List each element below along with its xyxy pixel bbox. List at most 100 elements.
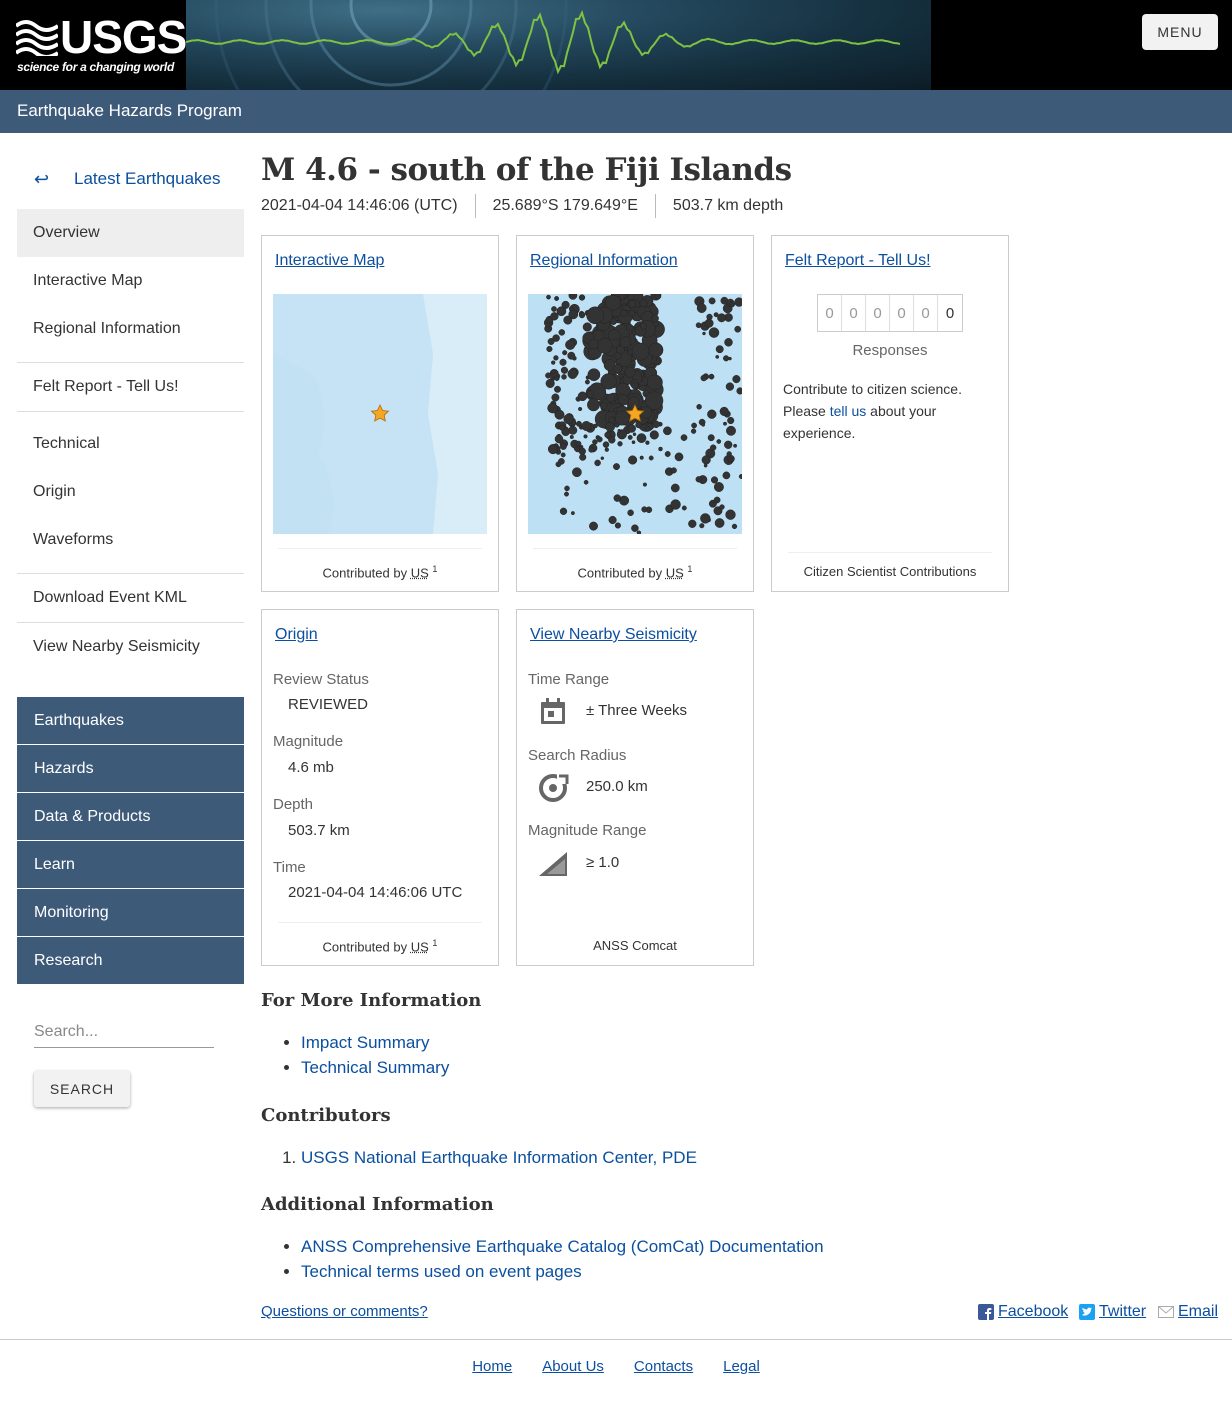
seismicity-dot	[578, 294, 586, 301]
list-item: Technical terms used on event pages	[301, 1259, 824, 1284]
seismicity-dot	[578, 311, 586, 319]
felt-footer: Citizen Scientist Contributions	[803, 564, 977, 579]
questions-link[interactable]: Questions or comments?	[261, 1303, 428, 1320]
sidebar-item-felt-report[interactable]: Felt Report - Tell Us!	[17, 363, 244, 411]
seismicity-dot	[701, 455, 711, 465]
comcat-docs-link[interactable]: ANSS Comprehensive Earthquake Catalog (C…	[301, 1237, 824, 1256]
seismicity-dot	[704, 318, 714, 328]
seismicity-dot	[700, 513, 711, 524]
email-icon	[1158, 1306, 1174, 1318]
time-value: 2021-04-04 14:46:06 UTC	[288, 884, 463, 901]
tell-us-link[interactable]: tell us	[830, 403, 867, 419]
seismicity-dot	[560, 452, 566, 458]
share-facebook[interactable]: Facebook	[978, 1303, 1068, 1321]
site-nav-hazards[interactable]: Hazards	[17, 745, 244, 792]
seismicity-dot	[579, 453, 587, 461]
footer-about-link[interactable]: About Us	[542, 1358, 604, 1375]
time-range-value: ± Three Weeks	[586, 702, 688, 719]
site-nav-earthquakes[interactable]: Earthquakes	[17, 697, 244, 744]
seismicity-dot	[645, 425, 651, 432]
seismicity-dot	[631, 342, 650, 361]
email-link[interactable]: Email	[1178, 1303, 1218, 1321]
latest-earthquakes-link[interactable]: ↩ Latest Earthquakes	[17, 160, 244, 198]
seismicity-dot	[586, 306, 604, 325]
share-twitter[interactable]: Twitter	[1079, 1303, 1146, 1321]
sidebar-item-origin[interactable]: Origin	[17, 468, 244, 516]
program-bar: Earthquake Hazards Program	[0, 90, 1232, 133]
share-email[interactable]: Email	[1158, 1303, 1218, 1321]
regional-information-card[interactable]: Regional Information Contributed by US 1	[516, 235, 754, 592]
seismicity-dot	[555, 461, 562, 468]
seismicity-dot	[577, 391, 588, 402]
footer-legal-link[interactable]: Legal	[723, 1358, 760, 1375]
review-status-label: Review Status	[273, 671, 369, 688]
seismicity-dot	[701, 422, 706, 427]
seismicity-dot	[726, 425, 736, 436]
sidebar-item-overview[interactable]: Overview	[17, 209, 244, 257]
nearby-seismicity-card[interactable]: View Nearby Seismicity Time Range ± Thre…	[516, 609, 754, 966]
seismicity-dot	[702, 331, 706, 336]
technical-summary-link[interactable]: Technical Summary	[301, 1058, 449, 1077]
regional-map-thumbnail[interactable]	[528, 294, 742, 534]
regional-information-link[interactable]: Regional Information	[530, 252, 678, 270]
site-nav-data-products[interactable]: Data & Products	[17, 793, 244, 840]
felt-response-counter: 0 0 0 0 0 0	[817, 294, 963, 332]
usgs-logo[interactable]: USGS science for a changing world	[0, 0, 187, 90]
seismicity-dot	[563, 413, 574, 425]
search-input[interactable]	[34, 1016, 214, 1048]
seismicity-dot	[608, 515, 617, 525]
interactive-map-card[interactable]: Interactive Map Contributed by US 1	[261, 235, 499, 592]
seismicity-dot	[648, 455, 654, 461]
seismogram-banner	[186, 0, 931, 90]
seismicity-dot	[639, 455, 644, 460]
interactive-map-thumbnail[interactable]	[273, 294, 487, 534]
site-nav-research[interactable]: Research	[17, 937, 244, 984]
seismicity-dot	[731, 523, 738, 530]
nearby-seismicity-link[interactable]: View Nearby Seismicity	[530, 626, 697, 644]
seismicity-dot	[652, 420, 660, 429]
seismicity-dot	[708, 327, 720, 338]
search-button[interactable]: SEARCH	[34, 1071, 130, 1107]
seismicity-dot	[736, 387, 742, 395]
card-contributor: Contributed by US 1	[577, 564, 693, 581]
footer-contacts-link[interactable]: Contacts	[634, 1358, 693, 1375]
seismicity-dot	[554, 296, 560, 301]
seismicity-dot	[588, 446, 595, 453]
magnitude-value: 4.6 mb	[288, 759, 334, 776]
origin-link[interactable]: Origin	[275, 626, 318, 644]
sidebar-item-regional-information[interactable]: Regional Information	[17, 305, 244, 353]
seismicity-dot	[550, 312, 559, 321]
contributor-link[interactable]: USGS National Earthquake Information Cen…	[301, 1148, 697, 1167]
sidebar-item-waveforms[interactable]: Waveforms	[17, 516, 244, 564]
seismicity-dot	[722, 471, 731, 480]
seismicity-dot	[639, 322, 647, 330]
seismicity-dot	[602, 441, 610, 448]
technical-terms-link[interactable]: Technical terms used on event pages	[301, 1262, 582, 1281]
seismicity-dot	[728, 457, 733, 463]
magnitude-ramp-icon	[539, 852, 567, 876]
site-nav-learn[interactable]: Learn	[17, 841, 244, 888]
impact-summary-link[interactable]: Impact Summary	[301, 1033, 429, 1052]
interactive-map-link[interactable]: Interactive Map	[275, 252, 384, 270]
sidebar-item-technical[interactable]: Technical	[17, 420, 244, 468]
menu-button[interactable]: MENU	[1142, 14, 1218, 50]
footer-home-link[interactable]: Home	[472, 1358, 512, 1375]
origin-card[interactable]: Origin Review Status REVIEWED Magnitude …	[261, 609, 499, 966]
twitter-link[interactable]: Twitter	[1099, 1303, 1146, 1321]
program-title[interactable]: Earthquake Hazards Program	[17, 101, 242, 121]
event-time: 2021-04-04 14:46:06 (UTC)	[261, 197, 458, 214]
felt-report-link[interactable]: Felt Report - Tell Us!	[785, 252, 931, 270]
sidebar-item-interactive-map[interactable]: Interactive Map	[17, 257, 244, 305]
facebook-link[interactable]: Facebook	[998, 1303, 1068, 1321]
sidebar-item-nearby-seismicity[interactable]: View Nearby Seismicity	[17, 623, 244, 671]
seismicity-dot	[560, 443, 567, 450]
site-nav-monitoring[interactable]: Monitoring	[17, 889, 244, 936]
seismicity-dot	[604, 431, 611, 439]
contributors-list: USGS National Earthquake Information Cen…	[301, 1145, 697, 1170]
footer-nav: Home About Us Contacts Legal	[0, 1358, 1232, 1375]
seismicity-dot	[631, 382, 639, 390]
seismicity-dot	[614, 410, 630, 426]
seismicity-dot	[575, 440, 582, 447]
sidebar-item-download-kml[interactable]: Download Event KML	[17, 574, 244, 622]
felt-report-card[interactable]: Felt Report - Tell Us! 0 0 0 0 0 0 Respo…	[771, 235, 1009, 592]
